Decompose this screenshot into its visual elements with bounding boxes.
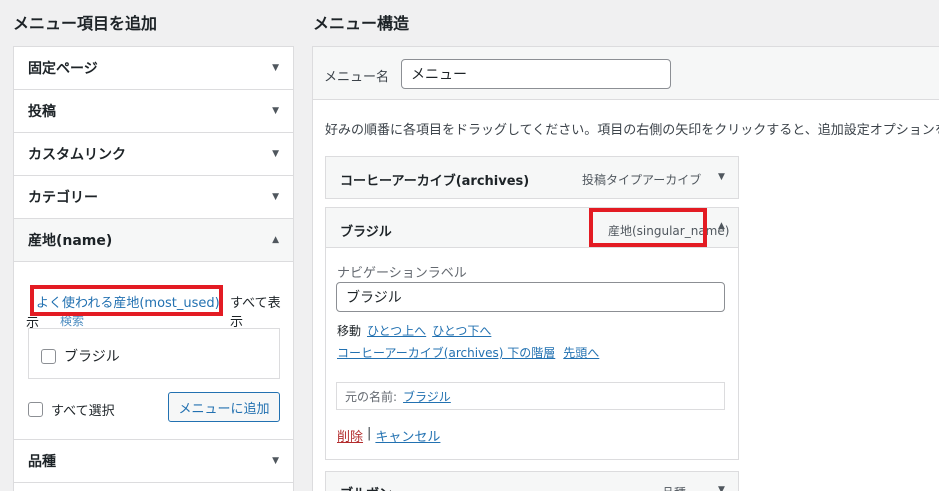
term-label: ブラジル	[64, 349, 120, 365]
move-row-2: コーヒーアーカイブ(archives) 下の階層 先頭へ	[337, 344, 599, 361]
term-list: ブラジル	[28, 328, 280, 379]
original-name-link[interactable]: ブラジル	[403, 388, 451, 405]
nav-label-caption: ナビゲーションラベル	[337, 266, 467, 281]
menu-structure-body: 好みの順番に各項目をドラッグしてください。項目の右側の矢印をクリックすると、追加…	[313, 100, 939, 491]
accordion-variety[interactable]: 品種 ▼	[14, 440, 293, 483]
caret-up-icon[interactable]: ▲	[718, 221, 725, 231]
menu-item-title: ブラジル	[340, 225, 392, 240]
menu-item-title: ブルボン	[340, 483, 392, 491]
original-name-label: 元の名前:	[345, 389, 398, 404]
menu-item-title: コーヒーアーカイブ(archives)	[340, 174, 530, 189]
accordion-label: 産地(name)	[28, 233, 113, 249]
highlight-box-singular-name	[589, 208, 707, 247]
menu-name-label: メニュー名	[324, 70, 390, 85]
move-label: 移動	[337, 324, 362, 338]
accordion-pages[interactable]: 固定ページ ▼	[14, 47, 293, 90]
nav-label-input[interactable]: ブラジル	[336, 282, 725, 312]
caret-down-icon[interactable]: ▼	[718, 485, 725, 491]
accordion-origin[interactable]: 産地(name) ▲	[14, 219, 293, 262]
menu-name-input[interactable]: メニュー	[401, 59, 671, 89]
accordion-label: 品種	[28, 454, 56, 470]
menu-item-type: 品種	[662, 484, 686, 491]
select-all-checkbox[interactable]	[28, 402, 43, 417]
menu-structure-heading: メニュー構造	[313, 14, 410, 33]
caret-down-icon: ▼	[272, 149, 279, 159]
select-all-label: すべて選択	[51, 404, 115, 419]
accordion-custom-links[interactable]: カスタムリンク ▼	[14, 133, 293, 176]
term-checkbox[interactable]	[41, 348, 56, 364]
term-item[interactable]: ブラジル	[41, 346, 120, 366]
menu-item-bourbon[interactable]: ブルボン 品種 ▼	[325, 471, 739, 491]
accordion-posts[interactable]: 投稿 ▼	[14, 90, 293, 133]
move-up-link[interactable]: ひとつ上へ	[367, 322, 426, 339]
menu-item-settings: ナビゲーションラベル ブラジル 移動 ひとつ上へ ひとつ下へ コーヒーアーカイブ…	[325, 248, 739, 460]
delete-link[interactable]: 削除	[337, 426, 363, 445]
action-links: 削除 | キャンセル	[337, 426, 440, 445]
accordion-label: カテゴリー	[28, 190, 98, 206]
caret-up-icon: ▲	[272, 235, 279, 245]
menu-item-type: 投稿タイプアーカイブ	[582, 173, 702, 187]
menu-name-bar: メニュー名 メニュー	[313, 47, 939, 100]
accordion-label: カスタムリンク	[28, 147, 126, 163]
add-menu-items-panel: 固定ページ ▼ 投稿 ▼ カスタムリンク ▼ カテゴリー ▼ 産地(name) …	[13, 46, 294, 491]
accordion-label: 投稿	[28, 104, 56, 120]
move-row: 移動 ひとつ上へ ひとつ下へ	[337, 322, 491, 339]
cancel-link[interactable]: キャンセル	[375, 426, 440, 445]
add-menu-items-heading: メニュー項目を追加	[13, 14, 158, 33]
move-under-link[interactable]: コーヒーアーカイブ(archives) 下の階層	[337, 344, 555, 361]
drag-instruction: 好みの順番に各項目をドラッグしてください。項目の右側の矢印をクリックすると、追加…	[325, 123, 939, 138]
move-down-link[interactable]: ひとつ下へ	[432, 322, 491, 339]
highlight-box-most-used	[30, 285, 223, 316]
caret-down-icon: ▼	[272, 192, 279, 202]
caret-down-icon: ▼	[272, 106, 279, 116]
move-to-top-link[interactable]: 先頭へ	[563, 344, 599, 361]
select-all[interactable]: すべて選択	[28, 400, 115, 419]
original-name-box: 元の名前: ブラジル	[336, 382, 725, 410]
menu-structure-panel: メニュー名 メニュー 好みの順番に各項目をドラッグしてください。項目の右側の矢印…	[312, 46, 939, 491]
accordion-label: 固定ページ	[28, 61, 98, 77]
caret-down-icon: ▼	[272, 63, 279, 73]
menu-item-archives[interactable]: コーヒーアーカイブ(archives) 投稿タイプアーカイブ ▼	[325, 156, 739, 199]
add-to-menu-button[interactable]: メニューに追加	[168, 392, 280, 422]
tab-view-all[interactable]: すべて表示	[230, 292, 293, 330]
caret-down-icon[interactable]: ▼	[718, 172, 725, 182]
action-separator: |	[367, 426, 372, 441]
caret-down-icon: ▼	[272, 456, 279, 466]
accordion-categories[interactable]: カテゴリー ▼	[14, 176, 293, 219]
